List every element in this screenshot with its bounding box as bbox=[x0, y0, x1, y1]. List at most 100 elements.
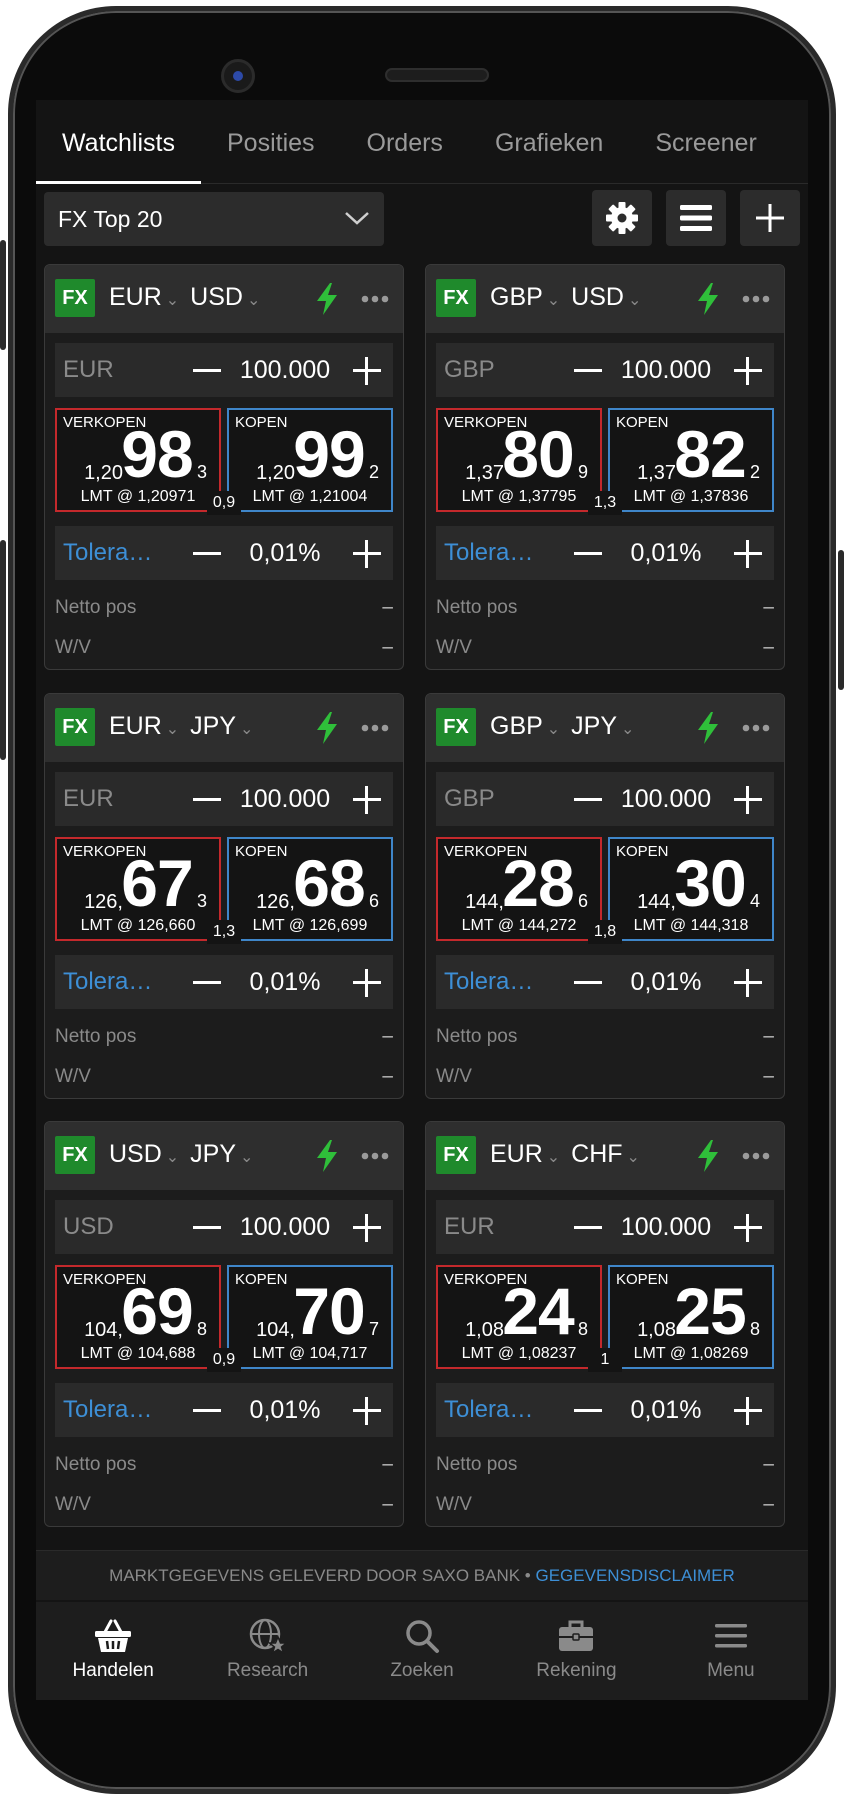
sell-button[interactable]: VERKOPEN 1,20 98 3 LMT @ 1,20971 bbox=[55, 408, 221, 512]
buy-button[interactable]: KOPEN 104, 70 7 LMT @ 104,717 bbox=[227, 1265, 393, 1369]
buy-price-pip: 2 bbox=[750, 462, 761, 482]
decrease-amount-button[interactable] bbox=[574, 369, 602, 372]
buy-button[interactable]: KOPEN 1,37 82 2 LMT @ 1,37836 bbox=[608, 408, 774, 512]
decrease-tolerance-button[interactable] bbox=[574, 1409, 602, 1412]
quote-currency-select[interactable]: JPY bbox=[571, 712, 617, 740]
more-options-icon[interactable] bbox=[361, 295, 389, 303]
trade-ticket-gbpusd: FX GBP ⌄ USD ⌄ GBP 100.000 VERKOPEN 1,37 8… bbox=[425, 264, 785, 670]
settings-button[interactable] bbox=[592, 190, 652, 246]
increase-tolerance-button[interactable] bbox=[353, 1397, 381, 1425]
more-options-icon[interactable] bbox=[361, 1152, 389, 1160]
increase-tolerance-button[interactable] bbox=[353, 969, 381, 997]
nav-handelen[interactable]: Handelen bbox=[36, 1602, 190, 1700]
tolerance-input[interactable]: 0,01% bbox=[225, 539, 345, 568]
increase-amount-button[interactable] bbox=[734, 1214, 762, 1242]
tolerance-input[interactable]: 0,01% bbox=[606, 1396, 726, 1425]
quote-currency-select[interactable]: USD bbox=[190, 283, 243, 311]
lightning-icon[interactable] bbox=[315, 1140, 339, 1172]
watchlist-select[interactable]: FX Top 20 bbox=[44, 192, 384, 246]
decrease-tolerance-button[interactable] bbox=[574, 981, 602, 984]
quote-currency-select[interactable]: USD bbox=[571, 283, 624, 311]
sell-button[interactable]: VERKOPEN 104, 69 8 LMT @ 104,688 bbox=[55, 1265, 221, 1369]
sell-button[interactable]: VERKOPEN 1,37 80 9 LMT @ 1,37795 bbox=[436, 408, 602, 512]
increase-tolerance-button[interactable] bbox=[734, 969, 762, 997]
tolerance-label[interactable]: Tolera… bbox=[63, 539, 152, 567]
increase-amount-button[interactable] bbox=[734, 786, 762, 814]
decrease-tolerance-button[interactable] bbox=[193, 1409, 221, 1412]
disclaimer-link[interactable]: GEGEVENSDISCLAIMER bbox=[536, 1566, 735, 1585]
amount-input[interactable]: 100.000 bbox=[606, 785, 726, 814]
decrease-amount-button[interactable] bbox=[193, 1226, 221, 1229]
tab-posities[interactable]: Posities bbox=[201, 100, 341, 184]
add-button[interactable] bbox=[740, 190, 800, 246]
base-currency-select[interactable]: GBP bbox=[490, 283, 543, 311]
increase-amount-button[interactable] bbox=[734, 357, 762, 385]
buy-button[interactable]: KOPEN 126, 68 6 LMT @ 126,699 bbox=[227, 837, 393, 941]
tolerance-input[interactable]: 0,01% bbox=[225, 968, 345, 997]
base-currency-select[interactable]: GBP bbox=[490, 712, 543, 740]
sell-price-pip: 8 bbox=[197, 1319, 208, 1339]
decrease-amount-button[interactable] bbox=[574, 1226, 602, 1229]
decrease-tolerance-button[interactable] bbox=[574, 552, 602, 555]
increase-tolerance-button[interactable] bbox=[734, 540, 762, 568]
quote-currency-select[interactable]: JPY bbox=[190, 1140, 236, 1168]
decrease-amount-button[interactable] bbox=[193, 798, 221, 801]
increase-amount-button[interactable] bbox=[353, 1214, 381, 1242]
increase-tolerance-button[interactable] bbox=[734, 1397, 762, 1425]
tolerance-label[interactable]: Tolera… bbox=[63, 1396, 152, 1424]
decrease-amount-button[interactable] bbox=[193, 369, 221, 372]
power-button bbox=[838, 550, 844, 690]
nav-menu[interactable]: Menu bbox=[654, 1602, 808, 1700]
sell-button[interactable]: VERKOPEN 144, 28 6 LMT @ 144,272 bbox=[436, 837, 602, 941]
increase-amount-button[interactable] bbox=[353, 786, 381, 814]
base-currency-select[interactable]: USD bbox=[109, 1140, 162, 1168]
decrease-tolerance-button[interactable] bbox=[193, 981, 221, 984]
lightning-icon[interactable] bbox=[315, 283, 339, 315]
net-position-row: Netto pos – bbox=[55, 1454, 393, 1476]
increase-amount-button[interactable] bbox=[353, 357, 381, 385]
tolerance-input[interactable]: 0,01% bbox=[606, 539, 726, 568]
tolerance-label[interactable]: Tolera… bbox=[444, 1396, 533, 1424]
nav-rekening[interactable]: Rekening bbox=[499, 1602, 653, 1700]
amount-input[interactable]: 100.000 bbox=[225, 785, 345, 814]
amount-input[interactable]: 100.000 bbox=[225, 1213, 345, 1242]
sell-button[interactable]: VERKOPEN 126, 67 3 LMT @ 126,660 bbox=[55, 837, 221, 941]
side-button bbox=[0, 540, 6, 760]
base-currency-select[interactable]: EUR bbox=[109, 712, 162, 740]
amount-input[interactable]: 100.000 bbox=[225, 356, 345, 385]
tolerance-input[interactable]: 0,01% bbox=[225, 1396, 345, 1425]
more-options-icon[interactable] bbox=[742, 1152, 770, 1160]
buy-button[interactable]: KOPEN 1,08 25 8 LMT @ 1,08269 bbox=[608, 1265, 774, 1369]
tab-watchlists[interactable]: Watchlists bbox=[36, 100, 201, 184]
lightning-icon[interactable] bbox=[315, 712, 339, 744]
more-options-icon[interactable] bbox=[742, 295, 770, 303]
more-options-icon[interactable] bbox=[742, 724, 770, 732]
base-currency-select[interactable]: EUR bbox=[490, 1140, 543, 1168]
tolerance-label[interactable]: Tolera… bbox=[444, 539, 533, 567]
buy-button[interactable]: KOPEN 144, 30 4 LMT @ 144,318 bbox=[608, 837, 774, 941]
decrease-amount-button[interactable] bbox=[574, 798, 602, 801]
amount-input[interactable]: 100.000 bbox=[606, 356, 726, 385]
nav-research[interactable]: Research bbox=[190, 1602, 344, 1700]
chevron-down-icon: ⌄ bbox=[246, 292, 261, 309]
amount-input[interactable]: 100.000 bbox=[606, 1213, 726, 1242]
tab-screener[interactable]: Screener bbox=[629, 100, 782, 184]
lightning-icon[interactable] bbox=[696, 1140, 720, 1172]
decrease-tolerance-button[interactable] bbox=[193, 552, 221, 555]
quote-currency-select[interactable]: CHF bbox=[571, 1140, 622, 1168]
increase-tolerance-button[interactable] bbox=[353, 540, 381, 568]
quote-currency-select[interactable]: JPY bbox=[190, 712, 236, 740]
buy-button[interactable]: KOPEN 1,20 99 2 LMT @ 1,21004 bbox=[227, 408, 393, 512]
lightning-icon[interactable] bbox=[696, 283, 720, 315]
tolerance-label[interactable]: Tolera… bbox=[444, 968, 533, 996]
tab-grafieken[interactable]: Grafieken bbox=[469, 100, 629, 184]
base-currency-select[interactable]: EUR bbox=[109, 283, 162, 311]
nav-zoeken[interactable]: Zoeken bbox=[345, 1602, 499, 1700]
tab-orders[interactable]: Orders bbox=[341, 100, 469, 184]
lightning-icon[interactable] bbox=[696, 712, 720, 744]
list-view-button[interactable] bbox=[666, 190, 726, 246]
sell-button[interactable]: VERKOPEN 1,08 24 8 LMT @ 1,08237 bbox=[436, 1265, 602, 1369]
tolerance-input[interactable]: 0,01% bbox=[606, 968, 726, 997]
tolerance-label[interactable]: Tolera… bbox=[63, 968, 152, 996]
more-options-icon[interactable] bbox=[361, 724, 389, 732]
